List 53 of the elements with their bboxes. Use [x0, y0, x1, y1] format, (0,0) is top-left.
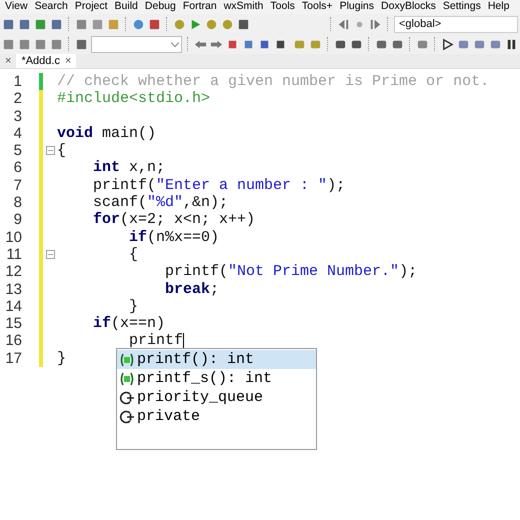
suggestion-item[interactable]: priority_queue: [117, 388, 316, 407]
line-number: 12: [4, 263, 23, 281]
code-line: #include<stdio.h>: [57, 90, 210, 108]
line-number: 9: [12, 211, 23, 229]
line-number: 17: [4, 350, 23, 368]
line-number: 2: [12, 90, 23, 108]
code-line: // check whether a given number is Prime or not.: [57, 73, 490, 90]
line-number: 6: [12, 159, 23, 177]
code-line: printf("Not Prime Number.");: [164, 263, 418, 281]
line-number: 5: [12, 142, 23, 160]
suggestion-item[interactable]: private: [117, 407, 316, 426]
menu-item[interactable]: Help: [488, 0, 510, 14]
editor-tab[interactable]: ×: [0, 54, 16, 68]
menu-item[interactable]: Tools: [270, 0, 295, 14]
scope-dropdown[interactable]: <global>: [394, 16, 518, 32]
code-line: printf: [128, 332, 184, 350]
menu-item[interactable]: Build: [114, 0, 138, 14]
line-number: 10: [4, 228, 23, 246]
code-line: if(n%x==0): [128, 228, 220, 246]
line-number: 3: [12, 108, 23, 125]
code-line: scanf("%d",&n);: [92, 194, 228, 212]
line-number: 13: [4, 280, 23, 298]
menu-item[interactable]: wxSmith: [224, 0, 264, 14]
line-number: 4: [12, 124, 23, 142]
code-line: for(x=2; x<n; x++): [92, 211, 256, 229]
code-line: int x,n;: [92, 159, 166, 177]
line-number: 16: [4, 332, 23, 350]
line-number: 11: [5, 246, 23, 264]
menu-item[interactable]: Fortran: [182, 0, 217, 14]
code-line: printf("Enter a number : ");: [92, 176, 346, 194]
editor-tab[interactable]: *Addd.c ×: [16, 54, 76, 68]
menu-item[interactable]: Project: [74, 0, 108, 14]
menu-item[interactable]: Tools+: [302, 0, 333, 14]
menu-item[interactable]: Debug: [144, 0, 176, 14]
suggestion-item[interactable]: printf_s(): int: [117, 369, 316, 388]
line-number: 15: [4, 315, 23, 332]
code-line: void main(): [57, 124, 156, 142]
code-line: {: [128, 246, 138, 264]
suggestion-item[interactable]: printf(): int: [117, 350, 316, 369]
menu-item[interactable]: Search: [34, 0, 68, 14]
line-number: 7: [12, 176, 23, 194]
line-number: 8: [12, 194, 23, 212]
line-number: 14: [4, 298, 23, 316]
menu-item[interactable]: DoxyBlocks: [381, 0, 436, 14]
menu-item[interactable]: View: [5, 0, 28, 14]
menu-item[interactable]: Plugins: [340, 0, 374, 14]
code-line: }: [128, 298, 138, 316]
code-line: if(x==n): [92, 315, 166, 332]
menu-item[interactable]: Settings: [442, 0, 481, 14]
code-line: {: [57, 142, 66, 160]
code-line: }: [57, 350, 66, 368]
code-line: break;: [164, 280, 220, 298]
line-number: 1: [12, 73, 23, 90]
